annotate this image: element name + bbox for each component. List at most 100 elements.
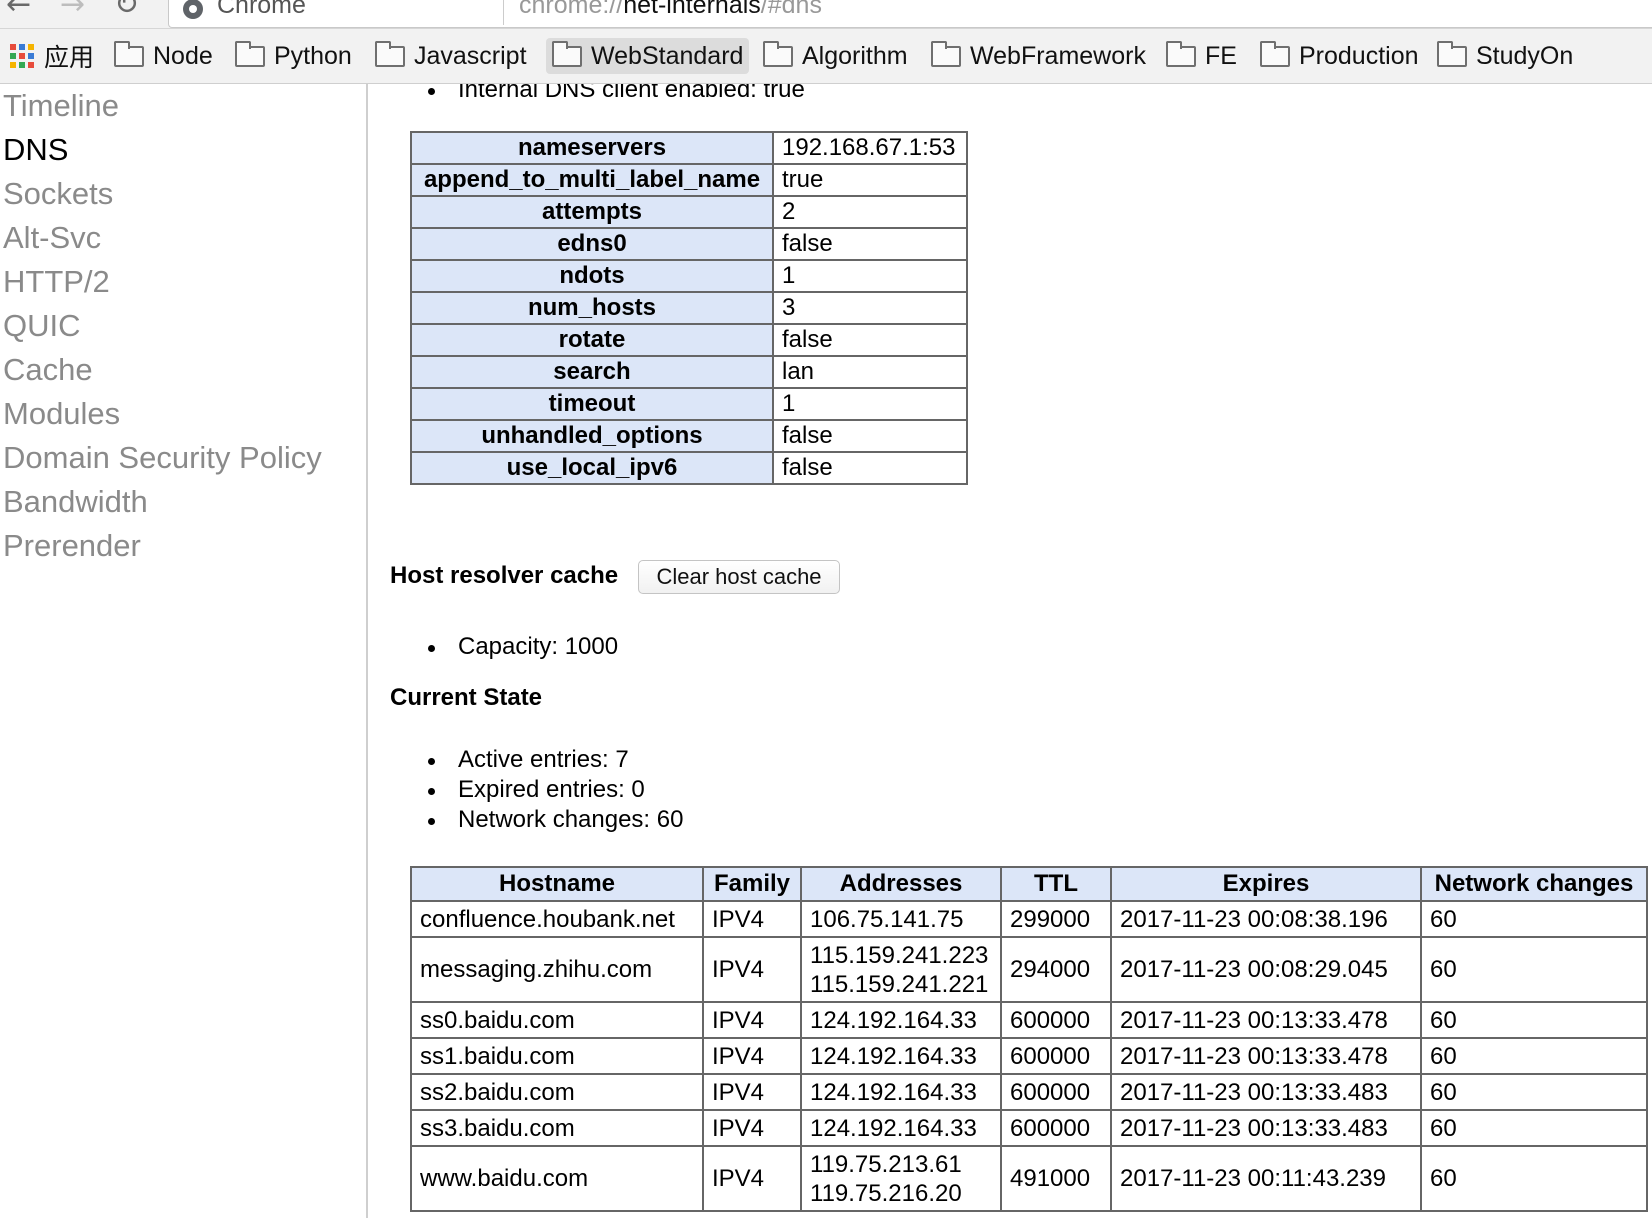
host-cache-title: Host resolver cache bbox=[390, 562, 619, 589]
cell-family: IPV4 bbox=[702, 936, 802, 1003]
sidebar-item-quic[interactable]: QUIC bbox=[3, 308, 81, 344]
cell-hostname: ss1.baidu.com bbox=[410, 1037, 704, 1075]
config-value: false bbox=[772, 451, 968, 485]
config-row: append_to_multi_label_name true bbox=[410, 163, 968, 197]
bookmark-studyon[interactable]: StudyOn bbox=[1431, 38, 1579, 74]
sidebar: Timeline DNS Sockets Alt-Svc HTTP/2 QUIC Cache… bbox=[0, 84, 368, 1218]
clear-host-cache-button[interactable]: Clear host cache bbox=[638, 560, 840, 594]
sidebar-item-bandwidth[interactable]: Bandwidth bbox=[3, 484, 148, 520]
back-arrow-icon[interactable]: ← bbox=[6, 0, 31, 20]
address-bar[interactable]: Chrome chrome://net-internals/#dns bbox=[168, 0, 1652, 28]
current-state-stats: Active entries: 7 Expired entries: 0 Netwo… bbox=[370, 745, 683, 835]
config-value: 3 bbox=[772, 291, 968, 325]
address: 119.75.213.61 bbox=[810, 1150, 962, 1178]
table-row: ss1.baidu.com IPV4 124.192.164.33 600000 201… bbox=[410, 1037, 1648, 1075]
cell-expires: 2017-11-23 00:08:38.196 bbox=[1110, 900, 1422, 938]
cell-hostname: ss0.baidu.com bbox=[410, 1001, 704, 1039]
column-header-expires: Expires bbox=[1110, 866, 1422, 902]
bookmark-production[interactable]: Production bbox=[1254, 38, 1425, 74]
column-header-hostname: Hostname bbox=[410, 866, 704, 902]
cell-hostname: messaging.zhihu.com bbox=[410, 936, 704, 1003]
config-key: use_local_ipv6 bbox=[410, 451, 774, 485]
site-name: Chrome bbox=[217, 0, 306, 19]
bookmark-apps[interactable]: 应用 bbox=[4, 38, 100, 74]
bookmarks-bar: 应用 Node Python Javascript WebStandard Algori… bbox=[0, 29, 1652, 84]
cell-ttl: 600000 bbox=[1000, 1001, 1112, 1039]
sidebar-item-prerender[interactable]: Prerender bbox=[3, 528, 141, 564]
cell-addresses: 115.159.241.223 115.159.241.221 bbox=[800, 936, 1002, 1003]
bookmark-fe[interactable]: FE bbox=[1160, 38, 1243, 74]
config-value: 1 bbox=[772, 387, 968, 421]
sidebar-item-dns[interactable]: DNS bbox=[3, 132, 68, 168]
config-row: timeout 1 bbox=[410, 387, 968, 421]
folder-icon bbox=[235, 40, 265, 67]
sidebar-item-sockets[interactable]: Sockets bbox=[3, 176, 113, 212]
table-row: ss0.baidu.com IPV4 124.192.164.33 600000 201… bbox=[410, 1001, 1648, 1039]
address: 115.159.241.223 bbox=[810, 941, 989, 969]
sidebar-item-timeline[interactable]: Timeline bbox=[3, 88, 119, 124]
config-value: 192.168.67.1:53 bbox=[772, 131, 968, 165]
sidebar-item-alt-svc[interactable]: Alt-Svc bbox=[3, 220, 101, 256]
config-key: timeout bbox=[410, 387, 774, 421]
bookmark-webstandard[interactable]: WebStandard bbox=[546, 38, 750, 74]
config-row: unhandled_options false bbox=[410, 419, 968, 453]
cell-family: IPV4 bbox=[702, 1037, 802, 1075]
column-header-ttl: TTL bbox=[1000, 866, 1112, 902]
config-value: true bbox=[772, 163, 968, 197]
cell-family: IPV4 bbox=[702, 1145, 802, 1212]
url-text[interactable]: chrome://net-internals/#dns bbox=[519, 0, 822, 20]
bookmark-label: WebStandard bbox=[591, 41, 744, 70]
cell-addresses: 124.192.164.33 bbox=[800, 1073, 1002, 1111]
config-key: unhandled_options bbox=[410, 419, 774, 453]
bookmark-python[interactable]: Python bbox=[229, 38, 358, 74]
config-key: edns0 bbox=[410, 227, 774, 261]
config-value: false bbox=[772, 227, 968, 261]
cell-hostname: www.baidu.com bbox=[410, 1145, 704, 1212]
config-key: search bbox=[410, 355, 774, 389]
column-header-family: Family bbox=[702, 866, 802, 902]
folder-icon bbox=[552, 40, 582, 67]
sidebar-item-http-2[interactable]: HTTP/2 bbox=[3, 264, 110, 300]
url-host: net-internals bbox=[623, 0, 761, 19]
folder-icon bbox=[1166, 40, 1196, 67]
cell-addresses: 124.192.164.33 bbox=[800, 1037, 1002, 1075]
cell-network-changes: 60 bbox=[1420, 936, 1648, 1003]
cell-family: IPV4 bbox=[702, 1109, 802, 1147]
folder-icon bbox=[1437, 40, 1467, 67]
table-row: messaging.zhihu.com IPV4 115.159.241.223 11… bbox=[410, 936, 1648, 1003]
bookmark-label: FE bbox=[1205, 41, 1237, 70]
reload-icon[interactable]: ↻ bbox=[114, 0, 139, 20]
cell-family: IPV4 bbox=[702, 900, 802, 938]
bookmark-label: Algorithm bbox=[802, 41, 908, 70]
bookmark-label: WebFramework bbox=[970, 41, 1146, 70]
cell-network-changes: 60 bbox=[1420, 1037, 1648, 1075]
column-header-addresses: Addresses bbox=[800, 866, 1002, 902]
column-header-network-changes: Network changes bbox=[1420, 866, 1648, 902]
config-key: num_hosts bbox=[410, 291, 774, 325]
bookmark-label: Javascript bbox=[414, 41, 527, 70]
forward-arrow-icon[interactable]: → bbox=[60, 0, 85, 20]
folder-icon bbox=[375, 40, 405, 67]
current-state-title: Current State bbox=[390, 684, 543, 711]
cell-ttl: 600000 bbox=[1000, 1073, 1112, 1111]
address: 124.192.164.33 bbox=[810, 1042, 977, 1070]
config-row: num_hosts 3 bbox=[410, 291, 968, 325]
url-scheme: chrome:// bbox=[519, 0, 624, 19]
bookmark-node[interactable]: Node bbox=[108, 38, 219, 74]
cell-expires: 2017-11-23 00:13:33.483 bbox=[1110, 1109, 1422, 1147]
config-row: search lan bbox=[410, 355, 968, 389]
config-row: nameservers 192.168.67.1:53 bbox=[410, 131, 968, 165]
sidebar-item-cache[interactable]: Cache bbox=[3, 352, 93, 388]
bookmark-webframework[interactable]: WebFramework bbox=[925, 38, 1152, 74]
host-cache-table: Hostname Family Addresses TTL Expires Network… bbox=[410, 866, 1648, 1212]
sidebar-item-modules[interactable]: Modules bbox=[3, 396, 120, 432]
sidebar-item-domain-security-policy[interactable]: Domain Security Policy bbox=[3, 440, 322, 476]
config-key: rotate bbox=[410, 323, 774, 357]
address: 124.192.164.33 bbox=[810, 1078, 977, 1106]
bookmark-algorithm[interactable]: Algorithm bbox=[757, 38, 914, 74]
dns-client-status-list: Internal DNS client enabled: true bbox=[370, 84, 805, 105]
url-hash: /#dns bbox=[760, 0, 822, 19]
bookmark-javascript[interactable]: Javascript bbox=[369, 38, 533, 74]
dns-client-status: Internal DNS client enabled: true bbox=[370, 84, 805, 105]
config-value: 1 bbox=[772, 259, 968, 293]
